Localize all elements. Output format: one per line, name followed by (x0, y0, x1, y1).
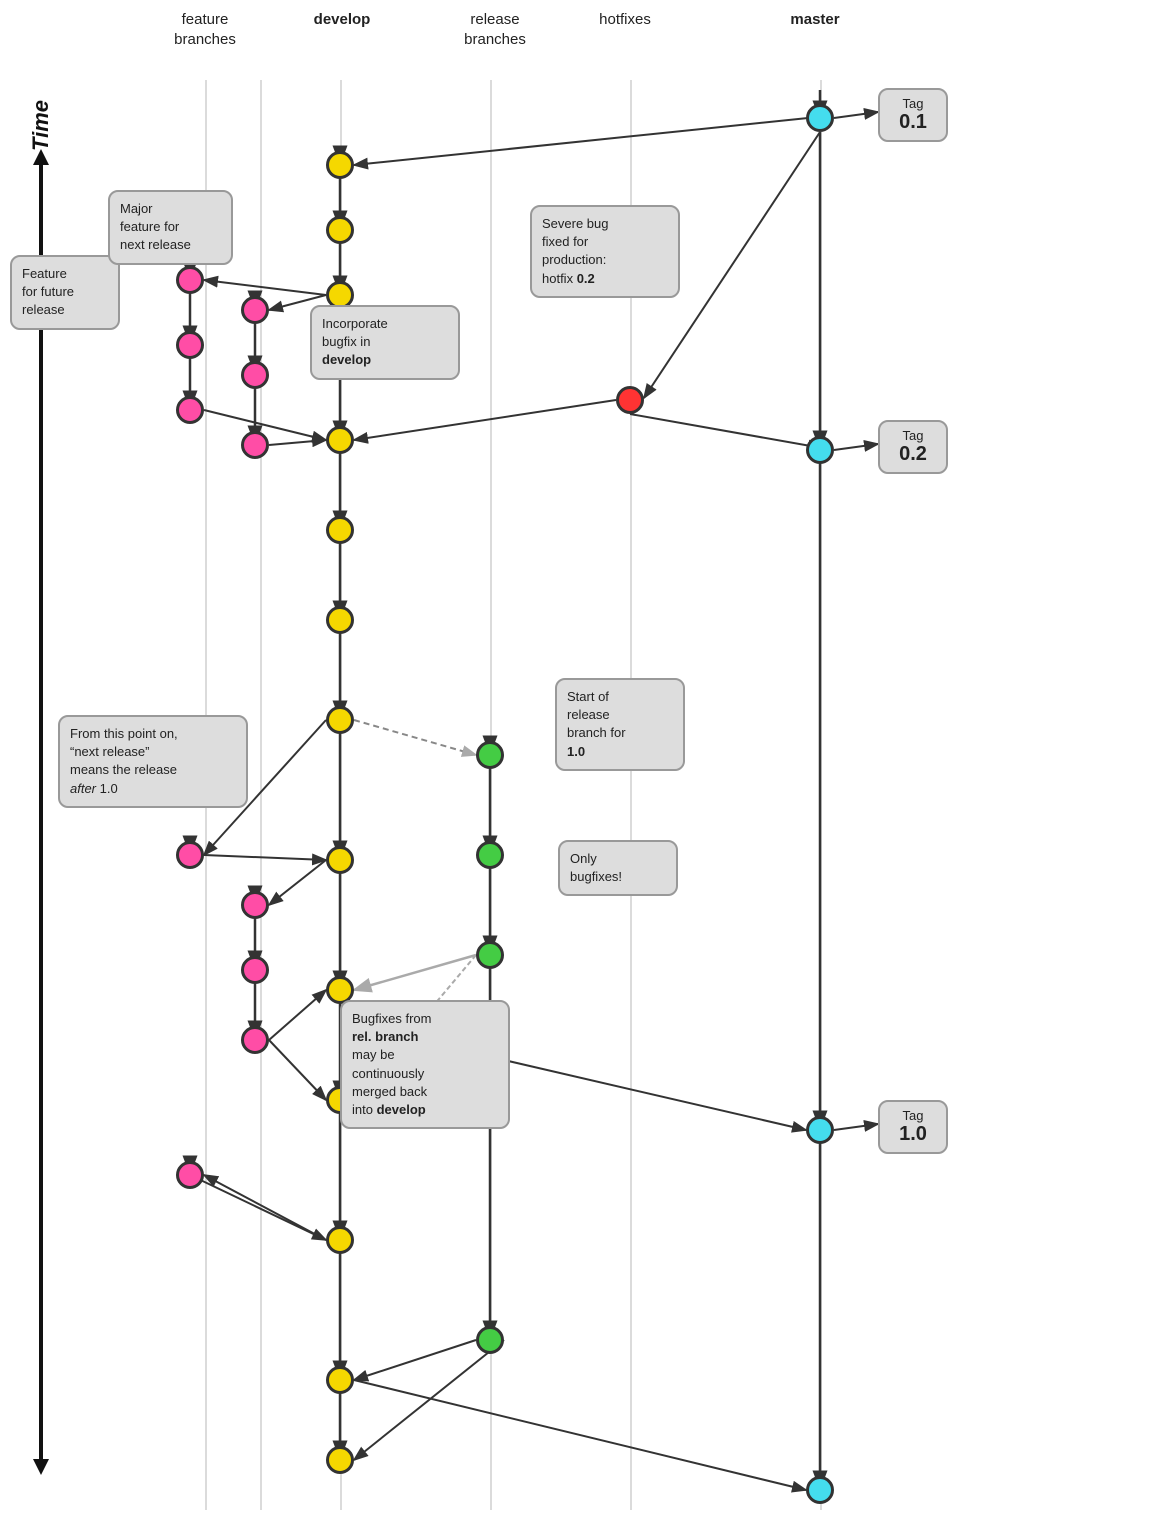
node-develop-12 (326, 1226, 354, 1254)
tag-01: Tag 0.1 (878, 88, 948, 142)
lane-line-release (490, 80, 492, 1510)
node-feat1-3 (176, 396, 204, 424)
node-master-top (806, 104, 834, 132)
tag-01-value: 0.1 (894, 111, 932, 134)
node-feat2-2 (241, 361, 269, 389)
node-master-10 (806, 1116, 834, 1144)
node-feat2-5 (241, 956, 269, 984)
tag-10: Tag 1.0 (878, 1100, 948, 1154)
bubble-severe-bug: Severe bugfixed forproduction:hotfix 0.2 (530, 205, 680, 298)
node-release-1 (476, 741, 504, 769)
tag-10-value: 1.0 (894, 1123, 932, 1146)
tag-02-value: 0.2 (894, 443, 932, 466)
node-release-5 (476, 1326, 504, 1354)
node-feat1-1 (176, 266, 204, 294)
bubble-feature-future: Featurefor futurerelease (10, 255, 120, 330)
node-develop-9 (326, 846, 354, 874)
tag-02-label: Tag (903, 428, 924, 443)
tag-02: Tag 0.2 (878, 420, 948, 474)
time-label: Time (28, 100, 54, 151)
col-develop: develop (302, 10, 382, 30)
tag-10-label: Tag (903, 1108, 924, 1123)
bubble-only-bugfixes: Onlybugfixes! (558, 840, 678, 896)
node-hotfix-1 (616, 386, 644, 414)
node-feat2-4 (241, 891, 269, 919)
node-develop-7 (326, 606, 354, 634)
node-develop-14 (326, 1446, 354, 1474)
node-feat1-2 (176, 331, 204, 359)
bubble-bugfixes-from: Bugfixes fromrel. branchmay becontinuous… (340, 1000, 510, 1129)
node-feat2-3 (241, 431, 269, 459)
bubble-major-feature: Majorfeature fornext release (108, 190, 233, 265)
bubble-next-release: From this point on,“next release”means t… (58, 715, 248, 808)
bubble-incorporate: Incorporatebugfix indevelop (310, 305, 460, 380)
col-hotfixes: hotfixes (585, 10, 665, 30)
node-develop-8 (326, 706, 354, 734)
col-release-branches: releasebranches (445, 10, 545, 49)
node-master-02 (806, 436, 834, 464)
tag-01-label: Tag (903, 96, 924, 111)
col-master: master (775, 10, 855, 30)
node-release-3 (476, 941, 504, 969)
node-develop-2 (326, 216, 354, 244)
node-master-bot (806, 1476, 834, 1504)
node-develop-13 (326, 1366, 354, 1394)
col-feature-branches: feature branches (155, 10, 255, 49)
lane-line-feature2 (260, 80, 262, 1510)
node-feat2-1 (241, 296, 269, 324)
node-develop-6 (326, 516, 354, 544)
time-line (39, 159, 43, 1459)
node-feat1-4 (176, 841, 204, 869)
node-feat2-6 (241, 1026, 269, 1054)
node-feat1-5 (176, 1161, 204, 1189)
node-develop-1 (326, 151, 354, 179)
lane-line-master (820, 80, 822, 1510)
bubble-start-release: Start ofreleasebranch for1.0 (555, 678, 685, 771)
git-flow-diagram: feature branches develop releasebranches… (0, 0, 1150, 1524)
node-develop-5 (326, 426, 354, 454)
node-release-2 (476, 841, 504, 869)
